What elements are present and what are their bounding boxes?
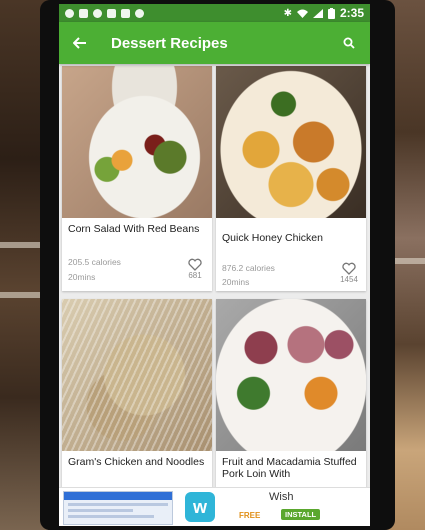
heart-icon (188, 258, 202, 271)
android-icon (135, 8, 144, 18)
status-bar: ✱ 2:35 (59, 4, 370, 22)
signal-icon (312, 8, 323, 18)
ad-screenshot (63, 491, 173, 525)
favorite-count: 681 (188, 271, 202, 280)
recipe-time: 20mins (68, 272, 96, 282)
ad-price: FREE (239, 511, 261, 520)
shelf-edge (0, 292, 40, 298)
favorite-toggle[interactable]: 1454 (340, 262, 358, 284)
ad-app-name: Wish (269, 491, 294, 503)
bluetooth-icon: ✱ (283, 7, 292, 19)
heart-icon (342, 262, 356, 275)
battery-icon (327, 7, 335, 19)
recipe-time: 20mins (222, 277, 250, 287)
shelf-edge (0, 242, 40, 248)
recipe-name: Gram's Chicken and Noodles (68, 456, 205, 468)
honey-chicken-photo (216, 66, 366, 218)
recipe-card[interactable]: Quick Honey Chicken 876.2 calories 20min… (216, 66, 366, 291)
back-button[interactable] (67, 30, 93, 56)
wrench-icon (107, 8, 116, 18)
corn-salad-photo (62, 66, 212, 218)
recipe-calories: 876.2 calories (222, 263, 275, 273)
install-button[interactable]: INSTALL (281, 509, 321, 520)
shelf-edge (395, 258, 425, 264)
shield-icon (65, 8, 74, 18)
status-time: 2:35 (339, 6, 364, 20)
page-title: Dessert Recipes (111, 34, 228, 52)
favorite-count: 1454 (340, 275, 358, 284)
search-button[interactable] (336, 30, 362, 56)
recipe-name: Corn Salad With Red Beans (68, 223, 200, 235)
search-icon (343, 37, 355, 49)
arrow-left-icon (73, 37, 86, 49)
wish-logo-icon: w (185, 492, 215, 522)
image-icon (79, 8, 88, 18)
pork-loin-photo (216, 299, 366, 451)
recipe-card[interactable]: Corn Salad With Red Beans 205.5 calories… (62, 66, 212, 291)
recipe-calories: 205.5 calories (68, 257, 121, 267)
wifi-icon (296, 9, 308, 18)
recipe-name: Fruit and Macadamia Stuffed Pork Loin Wi… (222, 456, 357, 480)
ad-banner[interactable]: w Wish FREE INSTALL (59, 487, 370, 526)
recipe-name: Quick Honey Chicken (222, 232, 323, 244)
favorite-toggle[interactable]: 681 (186, 258, 204, 280)
sync-icon (93, 8, 102, 18)
chicken-noodles-photo (62, 299, 212, 451)
phone-screen: ✱ 2:35 Dessert Recipes Corn Salad With R… (59, 4, 370, 526)
app-bar: Dessert Recipes (59, 22, 370, 64)
lock-icon (121, 8, 130, 18)
recipe-grid: Corn Salad With Red Beans 205.5 calories… (59, 64, 370, 526)
